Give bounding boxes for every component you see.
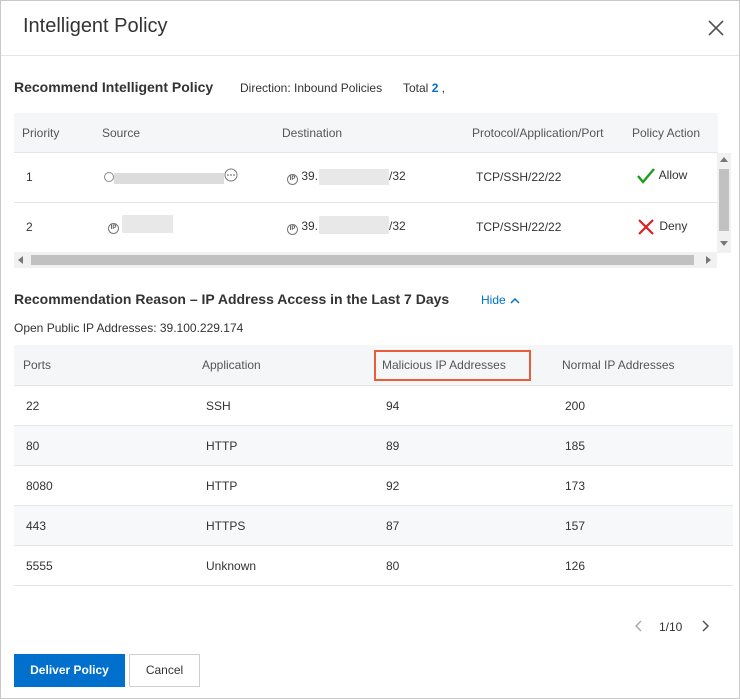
application-cell: HTTP [206, 439, 238, 453]
direction-label: Direction: Inbound Policies [240, 81, 383, 95]
malicious-cell: 87 [386, 519, 400, 533]
deliver-policy-button[interactable]: Deliver Policy [14, 654, 125, 687]
redacted-source [122, 215, 173, 233]
total-summary: Total 2 , [403, 81, 445, 95]
port-cell: 80 [26, 439, 40, 453]
prev-page-button[interactable] [633, 618, 645, 637]
policy-row: 2 IP IP 39. /32 TCP/SSH/22/22 Deny [14, 203, 718, 253]
highlight-malicious-column [374, 350, 531, 381]
chevron-right-icon [702, 620, 710, 632]
malicious-cell: 92 [386, 479, 400, 493]
scroll-up-icon[interactable] [720, 157, 728, 162]
normal-cell: 200 [565, 399, 586, 413]
close-button[interactable] [705, 17, 727, 39]
table-row: 443 HTTPS 87 157 [14, 506, 733, 546]
column-ports: Ports [23, 358, 52, 372]
open-ip-value: 39.100.229.174 [159, 321, 244, 335]
cross-icon [638, 219, 654, 235]
policy-table-header: Priority Source Destination Protocol/App… [14, 113, 718, 153]
table-row: 22 SSH 94 200 [14, 386, 733, 426]
check-icon [637, 168, 655, 184]
normal-cell: 157 [565, 519, 586, 533]
source-cell [104, 169, 114, 183]
table-row: 8080 HTTP 92 173 [14, 466, 733, 506]
action-label: Deny [659, 219, 688, 234]
table-row: 80 HTTP 89 185 [14, 426, 733, 466]
open-ip-info: Open Public IP Addresses: 39.100.229.174 [14, 321, 243, 335]
column-destination: Destination [282, 126, 343, 140]
total-count: 2 [431, 81, 439, 95]
total-label: Total [403, 81, 429, 95]
chevron-up-icon [510, 297, 520, 304]
malicious-cell: 89 [386, 439, 400, 453]
port-cell: 443 [26, 519, 47, 533]
redacted-destination [319, 216, 389, 234]
source-cell: IP [108, 218, 119, 234]
policy-row: 1 IP 39. /32 TCP/SSH/22/22 Allow [14, 153, 718, 203]
total-suffix: , [441, 81, 446, 95]
malicious-cell: 94 [386, 399, 400, 413]
network-icon [104, 171, 114, 182]
table-row: 5555 Unknown 80 126 [14, 546, 733, 586]
port-cell: 8080 [26, 479, 53, 493]
priority-cell: 1 [26, 170, 33, 184]
hide-label: Hide [481, 293, 506, 307]
destination-cell: IP 39. [287, 169, 318, 185]
more-icon[interactable] [224, 168, 238, 185]
column-source: Source [102, 126, 141, 140]
dialog-title: Intelligent Policy [23, 15, 168, 37]
ip-icon: IP [108, 223, 119, 234]
column-application: Application [202, 358, 261, 372]
hide-toggle[interactable]: Hide [481, 293, 521, 307]
priority-cell: 2 [26, 220, 33, 234]
application-cell: HTTPS [206, 519, 246, 533]
open-ip-label: Open Public IP Addresses: [14, 321, 157, 335]
normal-cell: 173 [565, 479, 586, 493]
application-cell: Unknown [206, 559, 257, 573]
reason-section-title: Recommendation Reason – IP Address Acces… [14, 291, 450, 307]
protocol-cell: TCP/SSH/22/22 [476, 220, 562, 234]
recommend-section-title: Recommend Intelligent Policy [14, 79, 214, 95]
vertical-scroll-thumb[interactable] [719, 169, 729, 231]
scroll-right-icon[interactable] [706, 256, 711, 264]
horizontal-scrollbar[interactable] [14, 252, 717, 268]
action-label: Allow [658, 168, 688, 183]
port-cell: 5555 [26, 559, 53, 573]
destination-suffix: /32 [389, 219, 406, 233]
action-cell: Deny [636, 217, 687, 237]
column-normal-ip: Normal IP Addresses [562, 358, 675, 372]
destination-prefix: 39. [301, 219, 319, 233]
destination-prefix: 39. [301, 169, 319, 183]
redacted-source [114, 173, 224, 184]
action-cell: Allow [636, 167, 687, 185]
page-indicator: 1/10 [659, 620, 683, 634]
normal-cell: 185 [565, 439, 586, 453]
next-page-button[interactable] [699, 618, 711, 637]
column-protocol: Protocol/Application/Port [472, 126, 604, 140]
scroll-left-icon[interactable] [18, 256, 23, 264]
cancel-button[interactable]: Cancel [129, 654, 200, 687]
column-policy-action: Policy Action [632, 126, 701, 140]
ip-icon: IP [287, 174, 298, 185]
protocol-cell: TCP/SSH/22/22 [476, 170, 562, 184]
chevron-left-icon [634, 620, 642, 632]
destination-suffix: /32 [389, 169, 406, 183]
vertical-scrollbar[interactable] [717, 153, 731, 253]
ip-icon: IP [287, 224, 298, 235]
malicious-cell: 80 [386, 559, 400, 573]
scroll-down-icon[interactable] [720, 241, 728, 246]
column-priority: Priority [22, 126, 60, 140]
destination-cell: IP 39. [287, 219, 318, 235]
dialog-header: Intelligent Policy [1, 1, 739, 56]
intelligent-policy-dialog: Intelligent Policy Recommend Intelligent… [0, 0, 740, 699]
application-cell: HTTP [206, 479, 238, 493]
port-cell: 22 [26, 399, 40, 413]
horizontal-scroll-thumb[interactable] [31, 255, 694, 265]
redacted-destination [319, 169, 389, 185]
normal-cell: 126 [565, 559, 586, 573]
application-cell: SSH [206, 399, 231, 413]
close-icon [708, 20, 724, 36]
